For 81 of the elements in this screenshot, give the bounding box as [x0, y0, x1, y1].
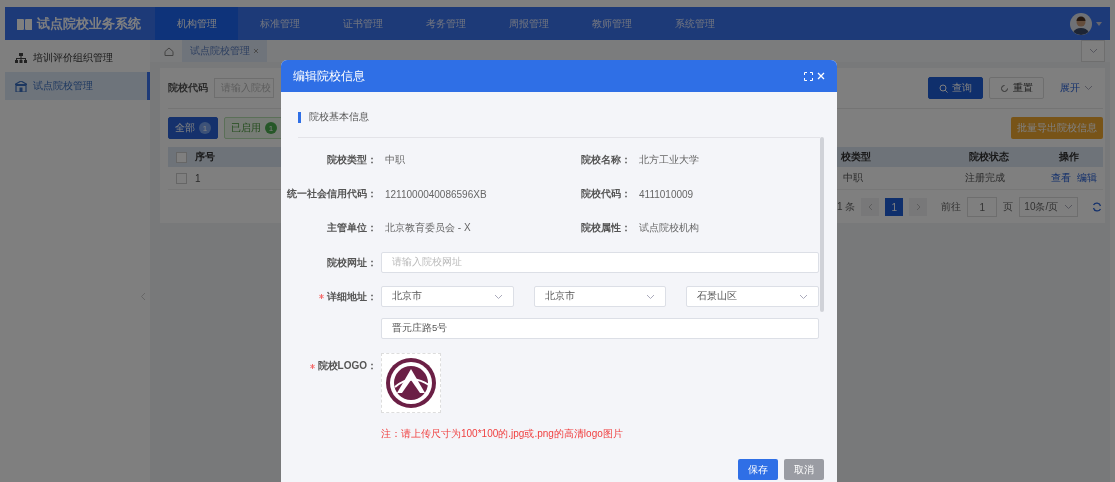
upload-note: 注：请上传尺寸为100*100的.jpg或.png的高清logo图片 — [381, 427, 624, 441]
fullscreen-icon[interactable] — [804, 71, 813, 81]
section-title: 院校基本信息 — [309, 110, 369, 124]
chevron-left-icon — [867, 203, 873, 211]
avatar[interactable] — [1070, 12, 1092, 35]
dialog-title: 编辑院校信息 — [293, 67, 365, 85]
nav-tab[interactable]: 教师管理 — [570, 7, 653, 40]
action-link[interactable]: 编辑 — [1077, 171, 1097, 185]
field-label: 主管单位： — [326, 221, 378, 235]
scrollbar[interactable] — [820, 137, 824, 312]
field-label: 院校代码： — [580, 187, 632, 201]
region-select[interactable]: 石景山区 — [686, 286, 819, 307]
nav-tab[interactable]: 周报管理 — [487, 7, 570, 40]
checkbox[interactable] — [176, 151, 187, 163]
school-building-icon — [15, 80, 27, 92]
field-label: 统一社会信用代码： — [286, 187, 378, 201]
chevron-down-icon — [493, 293, 503, 300]
field-label: 院校类型： — [326, 153, 378, 167]
reset-icon — [1000, 83, 1009, 93]
page-size-select[interactable]: 10条/页 — [1019, 197, 1079, 217]
chevron-down-icon — [646, 293, 656, 300]
region-select[interactable]: 北京市 — [381, 286, 514, 307]
column-header: 校类型 — [840, 150, 872, 164]
column-header: 院校状态 — [969, 150, 1010, 164]
field-value: 4111010009 — [638, 188, 695, 200]
chevron-down-icon — [1064, 204, 1074, 210]
page-unit: 页 — [1003, 200, 1014, 214]
checkbox[interactable] — [176, 172, 187, 184]
page-button[interactable]: 1 — [885, 198, 904, 216]
home-icon[interactable] — [164, 46, 174, 56]
nav-tab[interactable]: 证书管理 — [321, 7, 404, 40]
page-input[interactable]: 1 — [967, 197, 998, 217]
table-cell-text: 中职 — [842, 171, 864, 185]
status-tag[interactable]: 已启用 1 — [224, 117, 281, 139]
export-button[interactable]: 批量导出院校信息 — [1011, 117, 1103, 139]
field-value: 中职 — [384, 153, 406, 167]
caret-icon[interactable] — [1096, 21, 1102, 26]
next-page-button[interactable] — [909, 198, 928, 216]
app-title: 试点院校业务系统 — [37, 14, 141, 33]
expand-link[interactable]: 展开 — [1060, 81, 1093, 95]
chevron-right-icon — [915, 203, 921, 211]
chevron-down-icon — [1088, 48, 1098, 54]
nav-tab[interactable]: 标准管理 — [238, 7, 321, 40]
org-chart-icon — [15, 52, 27, 64]
street-field[interactable]: 晋元庄路5号 — [381, 318, 819, 339]
table-cell-text: 注册完成 — [965, 171, 1006, 185]
total-count: 1 条 — [837, 200, 856, 214]
table-cell: 1 — [195, 172, 201, 184]
save-button[interactable]: 保存 — [738, 459, 778, 480]
field-label: 院校属性： — [580, 221, 632, 235]
goto-label: 前往 — [941, 200, 962, 214]
reset-button[interactable]: 重置 — [989, 77, 1044, 99]
search-button[interactable]: 查询 — [928, 77, 983, 99]
refresh-icon[interactable] — [1092, 202, 1103, 212]
tabs-dropdown[interactable] — [1081, 40, 1105, 62]
nav-tab[interactable]: 机构管理 — [155, 7, 238, 40]
field-label: 院校网址： — [326, 255, 378, 270]
column-header: 操作 — [1059, 150, 1079, 164]
field-label: 详细地址： — [281, 289, 381, 304]
collapse-icon[interactable] — [140, 291, 146, 301]
chevron-down-icon — [1084, 85, 1093, 91]
column-header: 序号 — [195, 150, 215, 164]
field-value: 北方工业大学 — [638, 153, 700, 167]
sidebar-item[interactable]: 培训评价组织管理 — [5, 44, 150, 72]
region-select[interactable]: 北京市 — [533, 286, 667, 307]
nav-tab[interactable]: 系统管理 — [653, 7, 736, 40]
sidebar-item[interactable]: 试点院校管理 — [5, 72, 150, 100]
field-label: 院校LOGO： — [281, 353, 381, 373]
book-icon — [17, 17, 32, 30]
cancel-button[interactable]: 取消 — [784, 459, 824, 480]
search-icon — [939, 83, 948, 93]
action-link[interactable]: 查看 — [1051, 171, 1071, 185]
chevron-down-icon — [799, 293, 808, 300]
field-label: 院校名称： — [580, 153, 632, 167]
close-icon[interactable] — [252, 48, 259, 54]
nav-tab[interactable]: 考务管理 — [404, 7, 487, 40]
field-value: 北京教育委员会 - X — [384, 221, 472, 235]
field-value: 试点院校机构 — [638, 221, 700, 235]
filter-label: 院校代码 — [168, 81, 208, 95]
field-value: 1211000040086596XB — [384, 188, 488, 200]
prev-page-button[interactable] — [861, 198, 880, 216]
